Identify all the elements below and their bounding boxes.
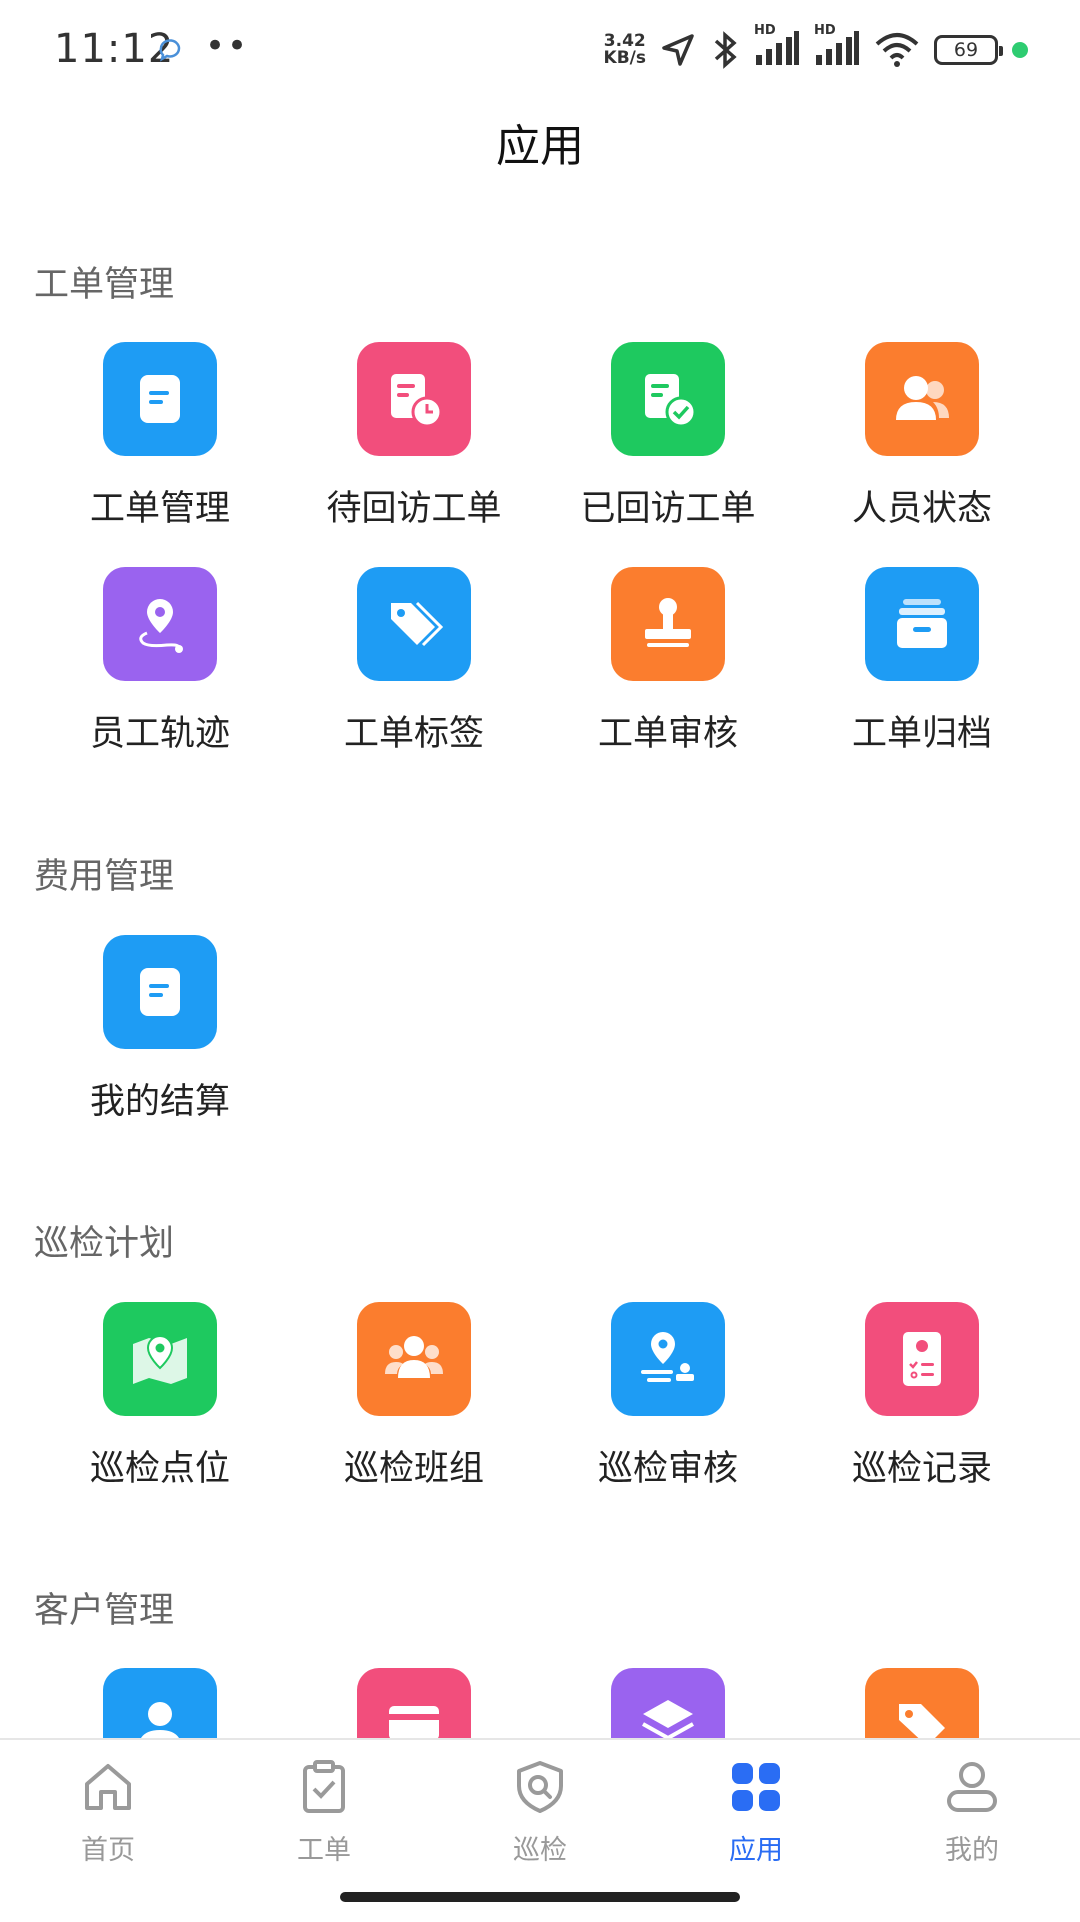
route-pin-icon xyxy=(103,567,217,681)
bluetooth-icon xyxy=(714,31,737,69)
app-inspection-records[interactable]: 巡检记录 xyxy=(795,1302,1049,1491)
layers-icon xyxy=(611,1668,725,1738)
home-indicator[interactable] xyxy=(340,1892,740,1902)
section-title-inspection-plan: 巡检计划 xyxy=(34,1224,175,1264)
app-label: 工单审核 xyxy=(597,714,738,754)
customer-apps-row xyxy=(0,1660,1080,1738)
tab-inspection[interactable]: 巡检 xyxy=(432,1758,648,1867)
tab-apps[interactable]: 应用 xyxy=(648,1758,864,1867)
tags-icon xyxy=(357,567,471,681)
grid-apps-icon xyxy=(732,1763,780,1811)
battery-icon: 69 xyxy=(934,35,1003,65)
chat-bubble-icon xyxy=(159,39,181,62)
tab-label: 首页 xyxy=(81,1835,135,1866)
app-label: 巡检审核 xyxy=(597,1449,738,1489)
tab-mine[interactable]: 我的 xyxy=(864,1758,1080,1867)
tab-home[interactable]: 首页 xyxy=(0,1758,216,1867)
app-order-tags[interactable]: 工单标签 xyxy=(287,567,541,756)
home-icon xyxy=(85,1764,131,1810)
note-icon xyxy=(103,935,217,1049)
signal-1: HD xyxy=(754,23,800,71)
status-right-cluster: 3.42 KB/s HD HD 69 xyxy=(603,23,1028,72)
tab-work-orders[interactable]: 工单 xyxy=(216,1758,432,1867)
doc-check-icon xyxy=(611,342,725,456)
tab-label: 我的 xyxy=(945,1835,999,1866)
status-dots: •• xyxy=(205,26,250,66)
app-order-review[interactable]: 工单审核 xyxy=(541,567,795,756)
app-label: 人员状态 xyxy=(851,489,992,529)
clipboard-check-icon xyxy=(303,1760,345,1813)
status-bar: 11:12 •• 3.42 KB/s HD HD 69 xyxy=(0,0,1080,100)
app-my-settlement[interactable]: 我的结算 xyxy=(33,935,287,1124)
app-label: 已回访工单 xyxy=(580,489,756,529)
card-icon xyxy=(357,1668,471,1738)
page-title: 应用 xyxy=(496,121,584,172)
signal-2: HD xyxy=(814,23,860,71)
archive-box-icon xyxy=(865,567,979,681)
section-title-work-orders: 工单管理 xyxy=(34,265,175,305)
privacy-indicator-dot xyxy=(1012,42,1028,58)
app-label: 工单归档 xyxy=(851,714,992,754)
app-work-order-management[interactable]: 工单管理 xyxy=(33,342,287,531)
user-icon xyxy=(947,1762,997,1812)
map-pin-icon xyxy=(103,1302,217,1416)
network-speed: 3.42 KB/s xyxy=(603,31,646,68)
location-arrow-icon xyxy=(662,34,694,66)
pin-stamp-icon xyxy=(611,1302,725,1416)
people-icon xyxy=(865,342,979,456)
app-inspection-team[interactable]: 巡检班组 xyxy=(287,1302,541,1491)
section-title-expenses: 费用管理 xyxy=(34,857,175,897)
app-label: 待回访工单 xyxy=(326,489,502,529)
shield-search-icon xyxy=(517,1761,563,1813)
app-label: 巡检班组 xyxy=(343,1449,484,1489)
app-customer-layers[interactable] xyxy=(541,1668,795,1738)
record-list-icon xyxy=(865,1302,979,1416)
app-customer-card[interactable] xyxy=(287,1668,541,1738)
app-order-archive[interactable]: 工单归档 xyxy=(795,567,1049,756)
tab-label: 巡检 xyxy=(513,1835,567,1866)
group-icon xyxy=(357,1302,471,1416)
tab-label: 应用 xyxy=(729,1835,783,1866)
tag-icon xyxy=(865,1668,979,1738)
app-label: 我的结算 xyxy=(89,1082,230,1122)
app-inspection-points[interactable]: 巡检点位 xyxy=(33,1302,287,1491)
app-customer-tag[interactable] xyxy=(795,1668,1049,1738)
section-title-customer-management: 客户管理 xyxy=(34,1591,175,1631)
tab-label: 工单 xyxy=(297,1835,351,1866)
app-customer-person[interactable] xyxy=(33,1668,287,1738)
app-label: 员工轨迹 xyxy=(89,714,230,754)
wifi-icon xyxy=(875,33,919,67)
app-label: 巡检点位 xyxy=(89,1449,230,1489)
app-visited-orders[interactable]: 已回访工单 xyxy=(541,342,795,531)
app-inspection-review[interactable]: 巡检审核 xyxy=(541,1302,795,1491)
doc-clock-icon xyxy=(357,342,471,456)
person-icon xyxy=(103,1668,217,1738)
app-label: 巡检记录 xyxy=(851,1449,992,1489)
app-staff-track[interactable]: 员工轨迹 xyxy=(33,567,287,756)
stamp-icon xyxy=(611,567,725,681)
app-label: 工单管理 xyxy=(89,489,230,529)
note-icon xyxy=(103,342,217,456)
app-staff-status[interactable]: 人员状态 xyxy=(795,342,1049,531)
app-pending-return-visit[interactable]: 待回访工单 xyxy=(287,342,541,531)
app-label: 工单标签 xyxy=(343,714,484,754)
